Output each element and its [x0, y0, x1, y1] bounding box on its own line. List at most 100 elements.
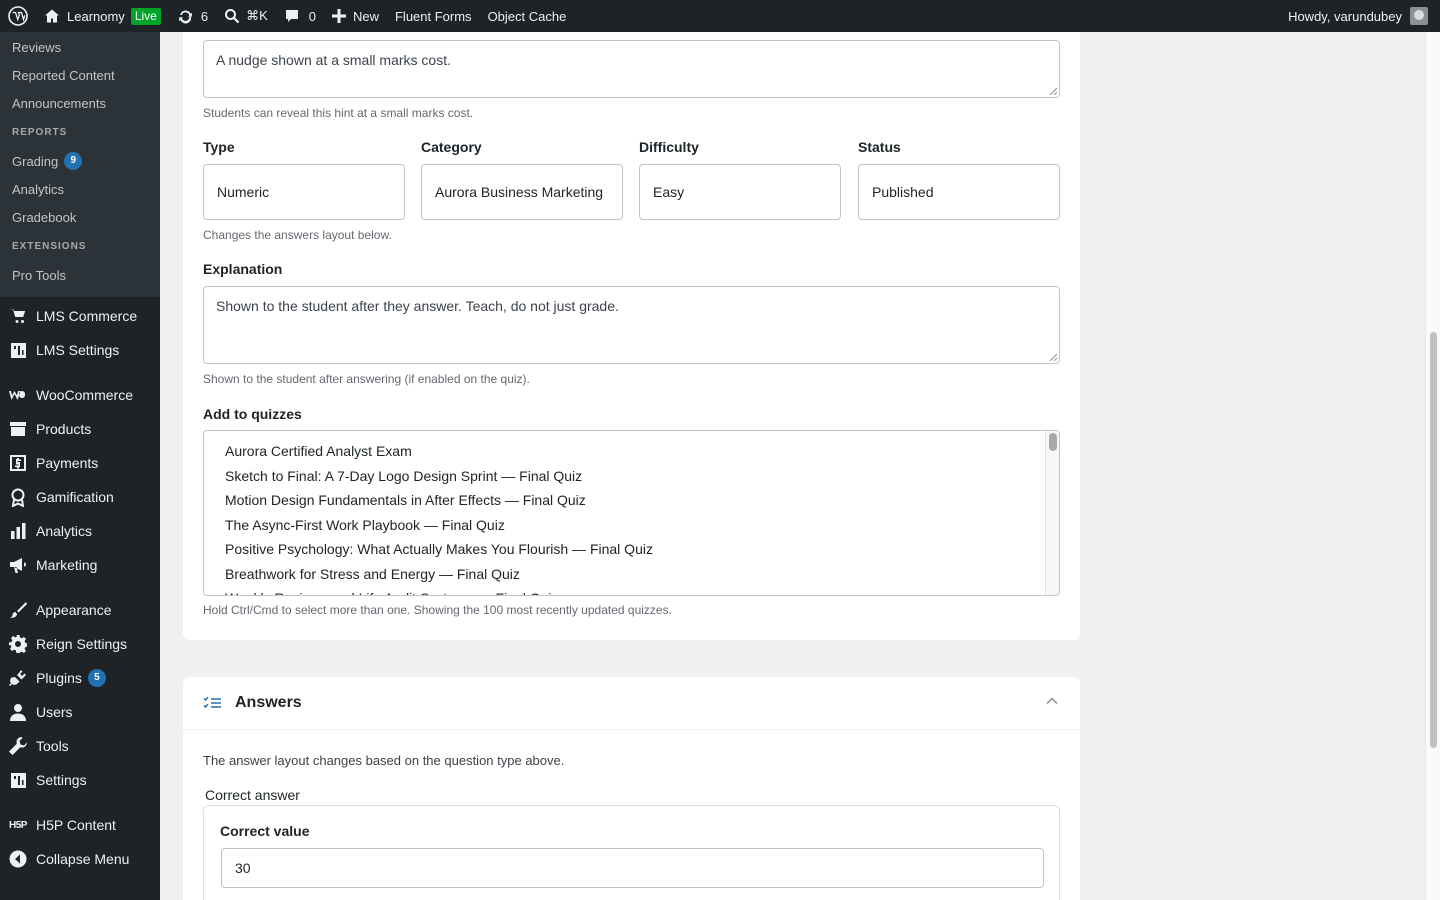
page-scrollbar[interactable]: [1425, 32, 1440, 900]
payments-icon: [8, 453, 28, 473]
updates-count: 6: [200, 8, 209, 24]
explanation-textarea[interactable]: Shown to the student after they answer. …: [203, 286, 1060, 364]
explanation-placeholder: Shown to the student after they answer. …: [216, 298, 619, 314]
updates-link[interactable]: 6: [169, 0, 216, 32]
type-select[interactable]: Numeric: [203, 164, 405, 220]
my-account-link[interactable]: Howdy, varundubey: [1280, 0, 1440, 32]
menu-item-h5p-content[interactable]: H5P H5P Content: [0, 808, 160, 842]
menu-item-label: Collapse Menu: [36, 851, 130, 867]
new-label: New: [352, 8, 379, 24]
submenu-item-pro-tools[interactable]: Pro Tools: [0, 261, 160, 289]
submenu-heading-reports: REPORTS: [12, 127, 68, 138]
search-link[interactable]: ⌘K: [216, 0, 276, 32]
chevron-up-icon[interactable]: [1046, 697, 1058, 705]
quizzes-multiselect[interactable]: Aurora Certified Analyst Exam Sketch to …: [203, 430, 1060, 596]
menu-item-products[interactable]: Products: [0, 412, 160, 446]
submenu-item-reviews[interactable]: Reviews: [0, 33, 160, 61]
menu-item-users[interactable]: Users: [0, 695, 160, 729]
cart-icon: [8, 306, 28, 326]
gear-icon: [8, 634, 28, 654]
menu-item-lms-commerce[interactable]: LMS Commerce: [0, 299, 160, 333]
menu-item-woocommerce[interactable]: WooCommerce: [0, 378, 160, 412]
quiz-option[interactable]: Aurora Certified Analyst Exam: [204, 439, 1059, 464]
menu-item-appearance[interactable]: Appearance: [0, 593, 160, 627]
answers-panel-header[interactable]: Answers: [183, 677, 1080, 730]
answers-intro-text: The answer layout changes based on the q…: [203, 753, 565, 768]
menu-item-lms-settings[interactable]: LMS Settings: [0, 333, 160, 367]
wordpress-logo-icon[interactable]: [0, 0, 36, 32]
submenu-item-grading[interactable]: Grading 9: [0, 147, 160, 175]
page-scroll-thumb[interactable]: [1430, 332, 1437, 748]
howdy-text: Howdy, varundubey: [1288, 8, 1402, 24]
megaphone-icon: [8, 555, 28, 575]
quiz-option[interactable]: The Async-First Work Playbook — Final Qu…: [204, 513, 1059, 538]
submenu-item-announcements[interactable]: Announcements: [0, 89, 160, 117]
menu-item-settings[interactable]: Settings: [0, 763, 160, 797]
brush-icon: [8, 600, 28, 620]
difficulty-select[interactable]: Easy: [639, 164, 841, 220]
menu-item-label: Gamification: [36, 489, 114, 505]
submenu-heading-extensions: EXTENSIONS: [12, 241, 87, 252]
fluent-forms-link[interactable]: Fluent Forms: [387, 0, 480, 32]
award-icon: [8, 487, 28, 507]
question-details-card: A nudge shown at a small marks cost. Stu…: [183, 32, 1080, 640]
correct-answer-label: Correct answer: [205, 787, 300, 803]
answers-title: Answers: [235, 694, 302, 711]
plus-icon: [331, 9, 346, 23]
quiz-option[interactable]: Motion Design Fundamentals in After Effe…: [204, 488, 1059, 513]
hint-textarea[interactable]: A nudge shown at a small marks cost.: [203, 40, 1060, 98]
comments-link[interactable]: 0: [276, 0, 324, 32]
submenu-item-reported-content[interactable]: Reported Content: [0, 61, 160, 89]
settings-grid-icon: [8, 770, 28, 790]
category-select[interactable]: Aurora Business Marketing: [421, 164, 623, 220]
menu-item-marketing[interactable]: Marketing: [0, 548, 160, 582]
comments-count: 0: [308, 8, 316, 24]
lms-submenu: Reviews Reported Content Announcements R…: [0, 32, 160, 297]
products-icon: [8, 419, 28, 439]
submenu-item-analytics[interactable]: Analytics: [0, 175, 160, 203]
quizzes-scrollbar[interactable]: [1045, 431, 1059, 595]
menu-item-reign-settings[interactable]: Reign Settings: [0, 627, 160, 661]
bar-chart-icon: [8, 521, 28, 541]
resize-handle-icon[interactable]: [1049, 353, 1057, 361]
wrench-icon: [8, 736, 28, 756]
hint-text: A nudge shown at a small marks cost.: [216, 52, 451, 68]
menu-item-label: Users: [36, 704, 73, 720]
new-content-link[interactable]: New: [324, 0, 387, 32]
difficulty-label: Difficulty: [639, 139, 699, 155]
quiz-option[interactable]: Sketch to Final: A 7-Day Logo Design Spr…: [204, 464, 1059, 489]
resize-handle-icon[interactable]: [1049, 87, 1057, 95]
collapse-icon: [8, 849, 28, 869]
menu-item-tools[interactable]: Tools: [0, 729, 160, 763]
status-select[interactable]: Published: [858, 164, 1060, 220]
menu-item-label: LMS Commerce: [36, 308, 138, 324]
quizzes-help-text: Hold Ctrl/Cmd to select more than one. S…: [203, 603, 672, 617]
quiz-option[interactable]: Weekly Reviews and Life Audit Systems — …: [204, 586, 1059, 595]
menu-item-label: Payments: [36, 455, 99, 471]
object-cache-link[interactable]: Object Cache: [480, 0, 575, 32]
quiz-option[interactable]: Breathwork for Stress and Energy — Final…: [204, 562, 1059, 587]
checklist-icon: [203, 696, 221, 710]
site-name-link[interactable]: Learnomy Live: [36, 0, 169, 32]
h5p-icon: H5P: [9, 819, 27, 831]
collapse-menu-button[interactable]: Collapse Menu: [0, 842, 160, 876]
admin-bar: Learnomy Live 6 ⌘K 0 New Fluent Forms Ob…: [0, 0, 1440, 32]
menu-item-analytics[interactable]: Analytics: [0, 514, 160, 548]
correct-value-input[interactable]: 30: [221, 848, 1044, 888]
avatar: [1410, 7, 1428, 25]
menu-item-label: Appearance: [36, 602, 112, 618]
search-shortcut: ⌘K: [246, 8, 268, 23]
woocommerce-icon: [8, 385, 28, 405]
submenu-item-gradebook[interactable]: Gradebook: [0, 203, 160, 231]
menu-item-payments[interactable]: Payments: [0, 446, 160, 480]
menu-item-label: WooCommerce: [36, 387, 133, 403]
menu-item-plugins[interactable]: Plugins 5: [0, 661, 160, 695]
explanation-label: Explanation: [203, 261, 283, 277]
menu-item-label: Settings: [36, 772, 87, 788]
quizzes-scroll-thumb[interactable]: [1049, 433, 1057, 451]
menu-item-gamification[interactable]: Gamification: [0, 480, 160, 514]
live-badge: Live: [130, 7, 161, 25]
correct-answer-box: Correct value 30: [203, 805, 1060, 900]
submenu-item-label: Grading: [12, 153, 59, 169]
quiz-option[interactable]: Positive Psychology: What Actually Makes…: [204, 537, 1059, 562]
